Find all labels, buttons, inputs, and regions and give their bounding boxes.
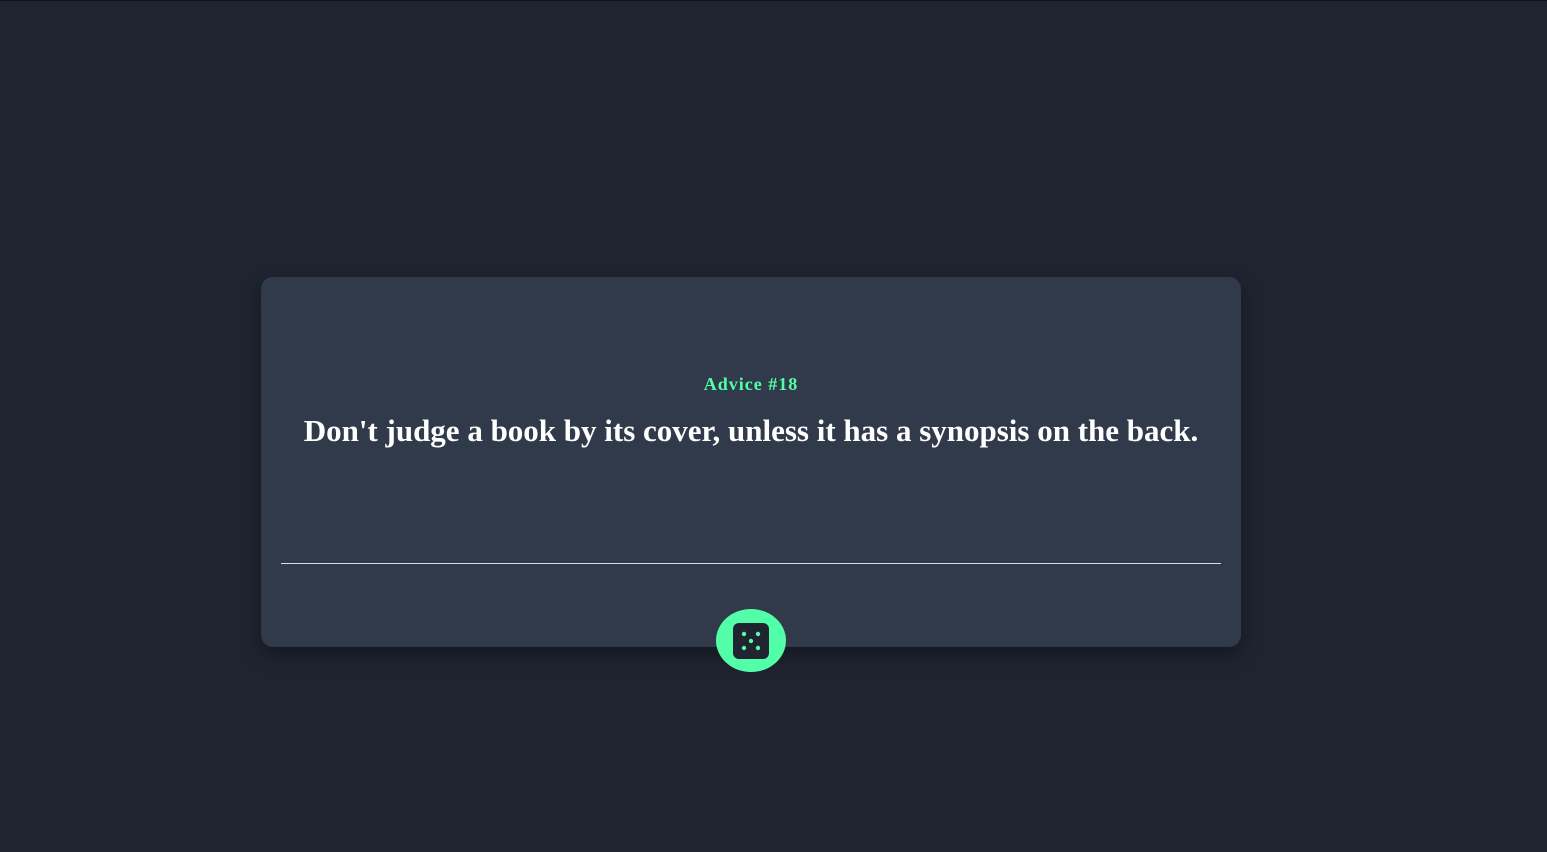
window-top-border — [0, 0, 1547, 1]
card-divider — [281, 563, 1221, 564]
dice-icon — [733, 622, 769, 659]
advice-quote-text: Don't judge a book by its cover, unless … — [303, 413, 1199, 448]
advice-card: Advice #18 Don't judge a book by its cov… — [261, 277, 1241, 647]
generate-advice-button[interactable] — [716, 609, 786, 672]
advice-number-label: Advice #18 — [703, 374, 799, 394]
